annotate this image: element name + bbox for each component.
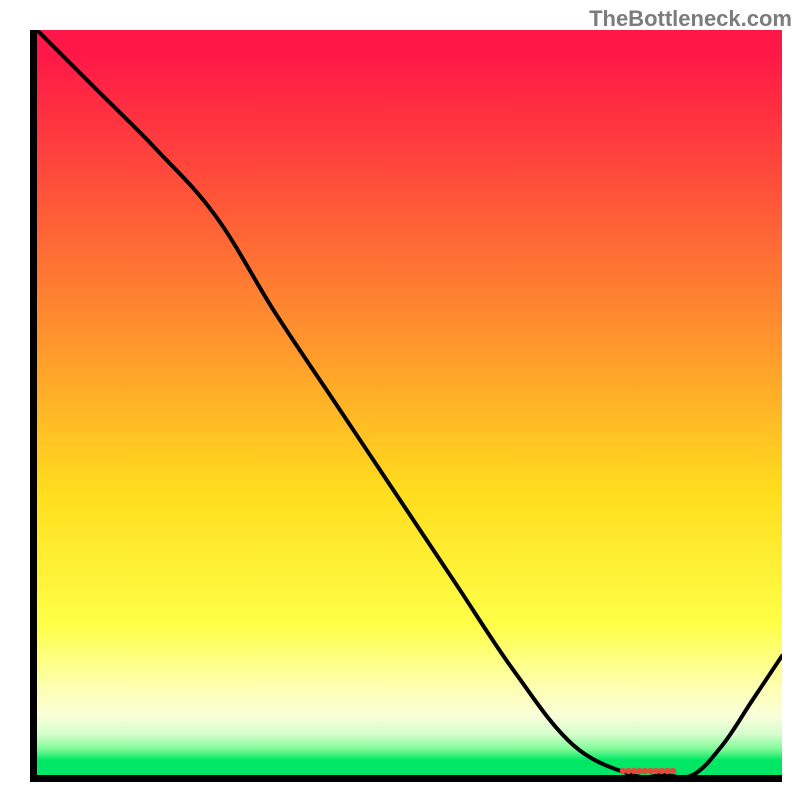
gradient-background	[37, 30, 782, 775]
chart-container: TheBottleneck.com	[0, 0, 800, 800]
watermark-text: TheBottleneck.com	[589, 6, 792, 32]
plot-area	[30, 30, 782, 782]
